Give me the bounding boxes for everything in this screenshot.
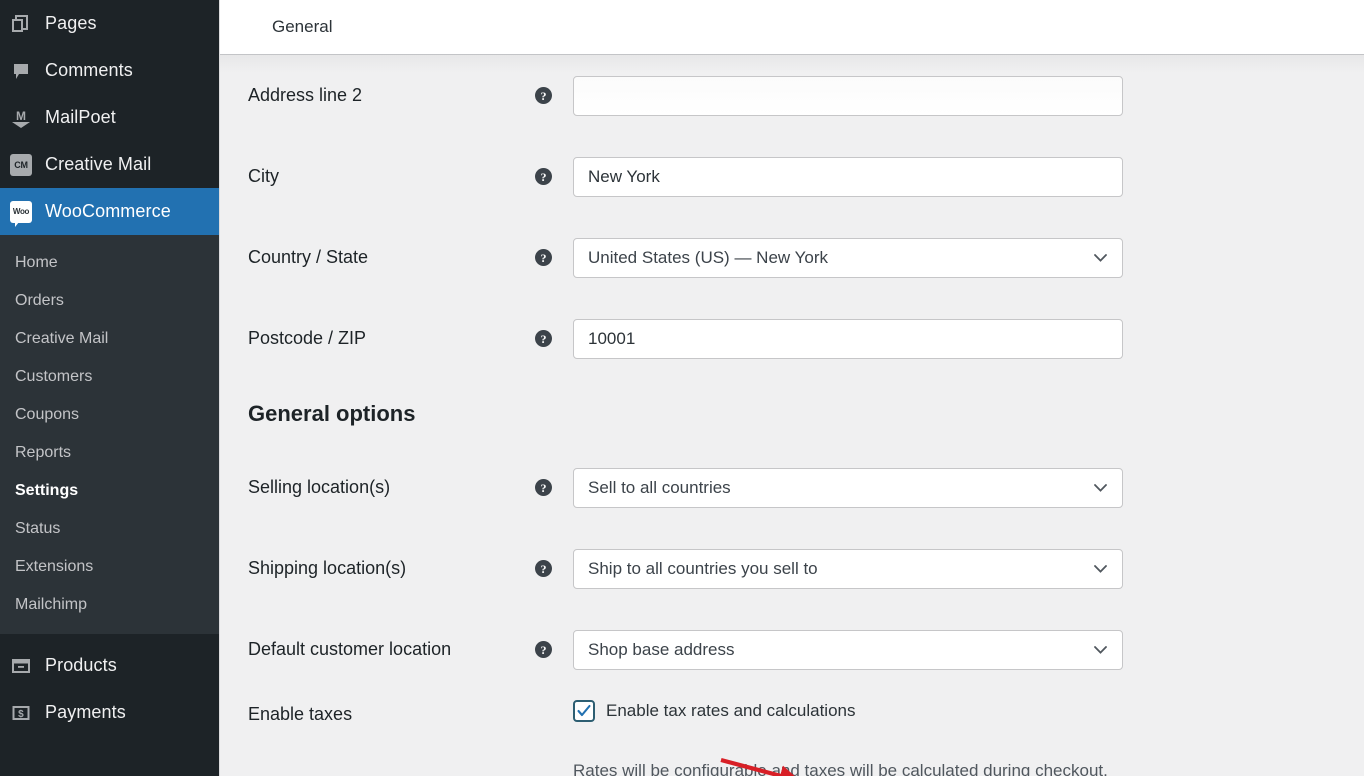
enable-taxes-description: Rates will be configurable and taxes wil… <box>573 761 1108 776</box>
address-line-2-input[interactable] <box>573 75 1123 116</box>
sidebar-item-label: WooCommerce <box>45 201 171 221</box>
sidebar-item-label: Comments <box>45 60 133 80</box>
selling-locations-select[interactable]: Sell to all countries <box>573 467 1123 508</box>
help-icon[interactable]: ? <box>535 168 552 185</box>
sidebar-top-menu: Pages Comments M MailPoet CM Creative Ma… <box>0 0 220 235</box>
field-postcode-zip <box>573 318 1123 359</box>
sidebar-item-customers[interactable]: Customers <box>0 358 220 396</box>
help-address-line-2[interactable]: ? <box>535 87 573 104</box>
enable-taxes-checkbox-group[interactable]: Enable tax rates and calculations <box>573 700 856 722</box>
help-icon[interactable]: ? <box>535 479 552 496</box>
svg-text:M: M <box>16 109 26 123</box>
help-icon[interactable]: ? <box>535 560 552 577</box>
field-default-customer-location: Shop base address <box>573 629 1123 670</box>
label-selling-locations: Selling location(s) <box>248 476 391 497</box>
field-selling-locations: Sell to all countries <box>573 467 1123 508</box>
label-city: City <box>248 165 279 186</box>
label-shipping-locations: Shipping location(s) <box>248 557 407 578</box>
woocommerce-badge: Woo <box>10 200 32 227</box>
help-icon[interactable]: ? <box>535 641 552 658</box>
sidebar-item-label: Products <box>45 655 117 675</box>
sidebar-bottom-menu: Products $ Payments <box>0 642 220 736</box>
label-default-customer-location: Default customer location <box>248 638 452 659</box>
default-customer-location-select[interactable]: Shop base address <box>573 629 1123 670</box>
sidebar-item-extensions[interactable]: Extensions <box>0 548 220 586</box>
enable-taxes-checkbox-label[interactable]: Enable tax rates and calculations <box>606 701 856 721</box>
enable-taxes-checkbox[interactable] <box>573 700 595 722</box>
sidebar-item-woocommerce[interactable]: Woo WooCommerce <box>0 188 220 235</box>
sidebar-item-mailpoet[interactable]: M MailPoet <box>0 94 220 141</box>
woocommerce-settings-screen: Pages Comments M MailPoet CM Creative Ma… <box>0 0 1364 776</box>
admin-sidebar: Pages Comments M MailPoet CM Creative Ma… <box>0 0 220 776</box>
help-city[interactable]: ? <box>535 168 573 185</box>
label-country-state: Country / State <box>248 246 369 267</box>
help-icon[interactable]: ? <box>535 249 552 266</box>
sidebar-item-settings[interactable]: Settings <box>0 472 220 510</box>
sidebar-item-reports[interactable]: Reports <box>0 434 220 472</box>
help-postcode-zip[interactable]: ? <box>535 330 573 347</box>
city-input[interactable] <box>573 156 1123 197</box>
sidebar-item-status[interactable]: Status <box>0 510 220 548</box>
sidebar-item-label: Pages <box>45 13 97 33</box>
field-address-line-2 <box>573 75 1123 116</box>
help-enable-taxes <box>535 700 573 704</box>
svg-text:$: $ <box>18 709 24 720</box>
woocommerce-submenu: Home Orders Creative Mail Customers Coup… <box>0 235 220 634</box>
row-enable-taxes: Enable taxes Enable tax rates and calcul… <box>220 690 1364 752</box>
products-icon <box>9 654 33 678</box>
creative-mail-icon: CM <box>9 153 33 177</box>
help-country-state[interactable]: ? <box>535 249 573 266</box>
row-city: City ? <box>220 136 1364 217</box>
row-country-state: Country / State ? United States (US) — N… <box>220 217 1364 298</box>
settings-panel: Address line 2 ? City ? Co <box>220 55 1364 776</box>
row-default-customer-location: Default customer location ? Shop base ad… <box>220 609 1364 690</box>
settings-tabs-bar: General <box>220 0 1364 55</box>
sidebar-item-pages[interactable]: Pages <box>0 0 220 47</box>
comments-icon <box>9 59 33 83</box>
sidebar-item-comments[interactable]: Comments <box>0 47 220 94</box>
woocommerce-icon: Woo <box>9 200 33 227</box>
help-icon[interactable]: ? <box>535 87 552 104</box>
field-country-state: United States (US) — New York <box>573 237 1123 278</box>
row-shipping-locations: Shipping location(s) ? Ship to all count… <box>220 528 1364 609</box>
field-city <box>573 156 1123 197</box>
sidebar-item-coupons[interactable]: Coupons <box>0 396 220 434</box>
postcode-zip-input[interactable] <box>573 318 1123 359</box>
checkmark-icon <box>577 704 591 717</box>
row-address-line-2: Address line 2 ? <box>220 55 1364 136</box>
sidebar-item-home[interactable]: Home <box>0 244 220 282</box>
field-shipping-locations: Ship to all countries you sell to <box>573 548 1123 589</box>
sidebar-item-orders[interactable]: Orders <box>0 282 220 320</box>
row-postcode-zip: Postcode / ZIP ? <box>220 298 1364 379</box>
sidebar-item-label: Creative Mail <box>45 154 152 174</box>
creative-mail-badge: CM <box>10 153 32 176</box>
sidebar-item-creative-mail[interactable]: CM Creative Mail <box>0 141 220 188</box>
label-enable-taxes: Enable taxes <box>248 704 353 724</box>
sidebar-item-products[interactable]: Products <box>0 642 220 689</box>
sidebar-item-label: MailPoet <box>45 107 116 127</box>
sidebar-item-mailchimp[interactable]: Mailchimp <box>0 586 220 624</box>
sidebar-divider <box>219 0 220 776</box>
label-address-line-2: Address line 2 <box>248 84 363 105</box>
row-selling-locations: Selling location(s) ? Sell to all countr… <box>220 447 1364 528</box>
settings-content: General Address line 2 ? City ? New York… <box>220 0 1364 776</box>
help-icon[interactable]: ? <box>535 330 552 347</box>
help-selling-locations[interactable]: ? <box>535 479 573 496</box>
tab-general[interactable]: General <box>272 17 332 37</box>
pages-icon <box>9 12 33 36</box>
sidebar-item-label: Payments <box>45 702 126 722</box>
country-state-select[interactable]: United States (US) — New York <box>573 237 1123 278</box>
payments-icon: $ <box>9 701 33 725</box>
sidebar-item-payments[interactable]: $ Payments <box>0 689 220 736</box>
help-default-customer-location[interactable]: ? <box>535 641 573 658</box>
sidebar-item-creative-mail-sub[interactable]: Creative Mail <box>0 320 220 358</box>
mailpoet-icon: M <box>9 106 33 130</box>
general-options-heading: General options <box>248 401 416 426</box>
label-postcode-zip: Postcode / ZIP <box>248 327 367 348</box>
shipping-locations-select[interactable]: Ship to all countries you sell to <box>573 548 1123 589</box>
help-shipping-locations[interactable]: ? <box>535 560 573 577</box>
